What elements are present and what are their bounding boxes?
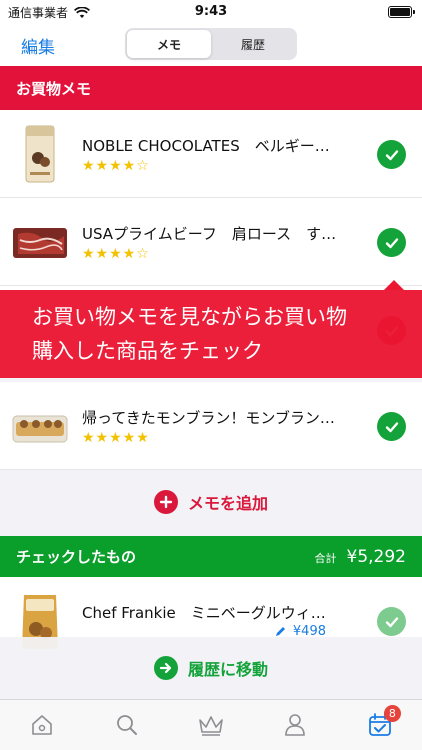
product-image-beef [13,228,67,258]
promo-banner: お買い物メモを見ながらお買い物 購入した商品をチェック [0,290,422,378]
tab-home[interactable] [0,700,84,750]
total-area: 合計 ¥5,292 [315,547,406,567]
memo-row[interactable]: USAプライムビーフ 肩ロース す… ★★★★☆ [0,198,422,286]
tab-shopping-list[interactable]: 8 [338,700,422,750]
check-button[interactable] [377,412,406,441]
arrow-right-circle-icon [153,656,178,680]
edit-button[interactable]: 編集 [21,33,55,58]
banner-line-1: お買い物メモを見ながらお買い物 [32,305,347,329]
plus-circle-icon [153,490,178,514]
check-button[interactable] [377,228,406,257]
memo-row[interactable]: NOBLE CHOCOLATES ベルギー… ★★★★☆ [0,110,422,198]
total-value: ¥5,292 [346,546,406,567]
checkmark-icon [385,237,398,248]
memo-item-title: NOBLE CHOCOLATES ベルギー… [82,137,330,155]
nav-bar: 編集 メモ 履歴 [0,24,422,66]
product-image-montblanc [12,415,68,443]
checked-section-title: チェックしたもの [16,548,137,566]
notification-badge: 8 [383,705,401,722]
move-to-history-button[interactable]: 履歴に移動 [0,637,422,699]
tab-ranking[interactable] [169,700,253,750]
battery-icon [388,6,415,18]
checked-section-header: チェックしたもの 合計 ¥5,292 [0,536,422,577]
checkmark-icon [385,149,398,160]
segment-history[interactable]: 履歴 [211,30,295,58]
status-bar: 通信事業者 9:43 [0,0,422,24]
memo-item-rating: ★★★★☆ [82,158,150,174]
segmented-control: メモ 履歴 [125,28,297,60]
home-icon [32,715,53,735]
tab-bar: 8 [0,699,422,750]
tab-search[interactable] [84,700,168,750]
memo-item-rating: ★★★★★ [82,430,150,446]
memo-item-rating: ★★★★☆ [82,246,150,262]
search-icon [116,715,137,735]
memo-row[interactable]: 帰ってきたモンブラン！モンブラン… ★★★★★ [0,382,422,470]
uncheck-button[interactable] [377,607,406,636]
tab-profile[interactable] [253,700,337,750]
banner-line-2: 購入した商品をチェック [32,339,263,363]
checked-item-title: Chef Frankie ミニベーグルウィ… [82,604,326,622]
crown-icon [199,716,223,736]
segment-memo[interactable]: メモ [127,30,211,58]
memo-item-title: 帰ってきたモンブラン！モンブラン… [82,409,335,427]
person-icon [285,714,306,736]
add-memo-label: メモを追加 [187,494,268,513]
memo-section-header: お買物メモ [0,66,422,110]
total-label: 合計 [314,551,337,565]
check-button[interactable] [377,140,406,169]
memo-item-title: USAプライムビーフ 肩ロース す… [82,225,337,243]
checkmark-icon [385,616,398,627]
add-memo-button[interactable]: メモを追加 [0,470,422,534]
status-time: 9:43 [194,4,228,19]
checkmark-icon [385,421,398,432]
memo-section-title: お買物メモ [16,79,92,98]
move-to-history-label: 履歴に移動 [187,660,268,679]
banner-pointer [384,280,404,290]
product-image-chocolate [25,125,55,183]
